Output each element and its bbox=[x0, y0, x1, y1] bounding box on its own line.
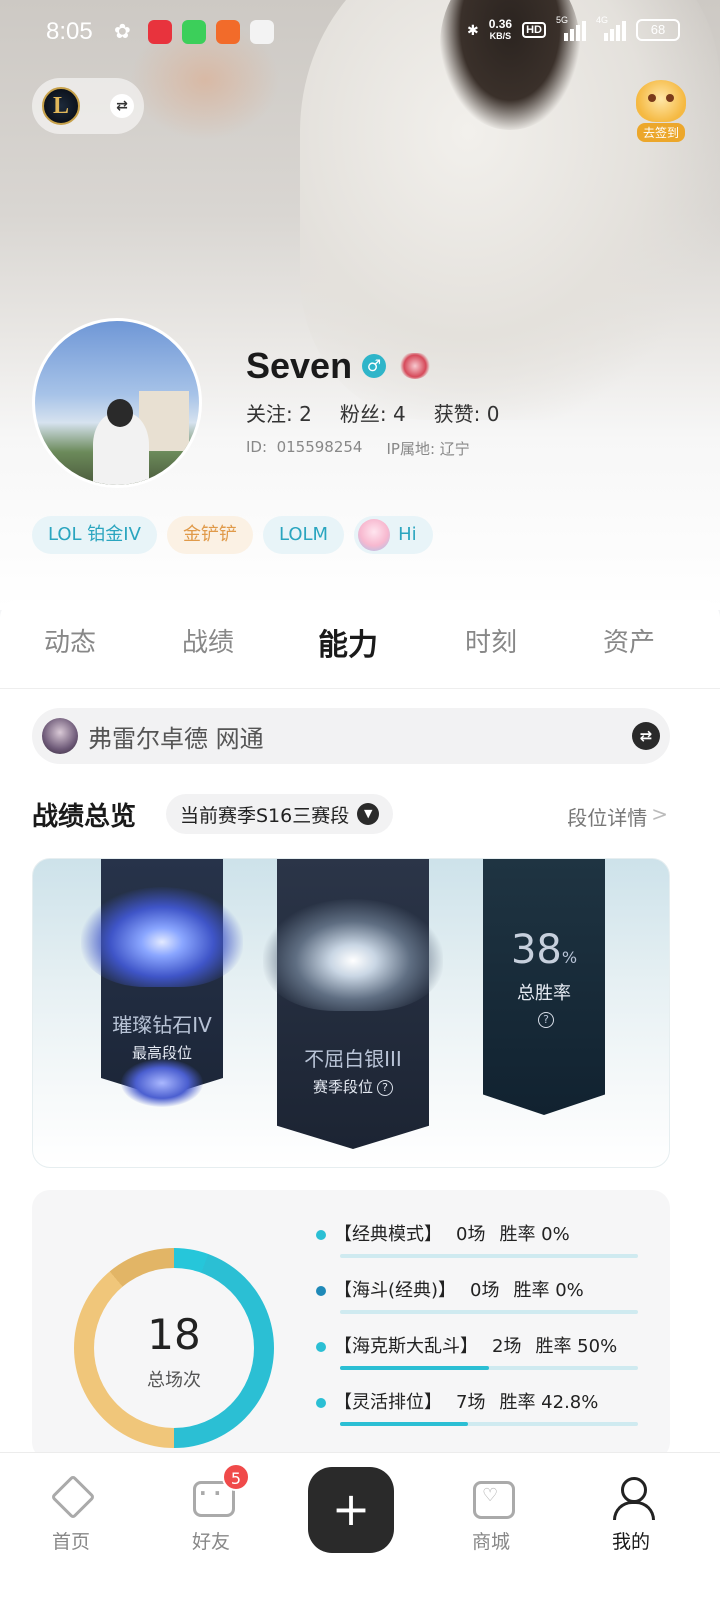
follow-stat[interactable]: 关注: 2 bbox=[246, 398, 312, 427]
tag-avatar-icon bbox=[358, 519, 391, 551]
music-app-icon bbox=[148, 20, 172, 44]
status-bar: 8:05 ✿ ✱ 0.36 KB/S HD 5G 4G 68 bbox=[0, 0, 720, 64]
check-in-label: 去签到 bbox=[636, 123, 685, 142]
lol-logo-icon: L bbox=[42, 87, 80, 125]
divider bbox=[0, 688, 720, 689]
messages-app-icon bbox=[182, 20, 206, 44]
network-speed: 0.36 KB/S bbox=[488, 17, 513, 41]
diamond-emblem-bottom-icon bbox=[121, 1059, 203, 1107]
likes-count: 0 bbox=[486, 402, 500, 426]
shopping-app-icon bbox=[216, 20, 240, 44]
tab-assets[interactable]: 资产 bbox=[603, 622, 655, 659]
bluetooth-icon: ✱ bbox=[467, 21, 479, 38]
champion-avatar bbox=[42, 718, 78, 754]
nav-shop[interactable]: 商城 bbox=[446, 1475, 536, 1554]
status-time: 8:05 bbox=[46, 18, 93, 45]
win-rate-bar bbox=[340, 1310, 638, 1314]
game-tags: LOL 铂金IV 金铲铲 LOLM Hi bbox=[32, 516, 433, 554]
rank-detail-link[interactable]: 段位详情 > bbox=[567, 802, 668, 831]
help-icon[interactable]: ? bbox=[377, 1079, 393, 1096]
tab-feed[interactable]: 动态 bbox=[44, 622, 96, 659]
nav-me[interactable]: 我的 bbox=[586, 1475, 676, 1554]
win-rate-bar bbox=[340, 1254, 638, 1258]
male-icon: ♂ bbox=[362, 354, 387, 378]
profile-content: 动态 战绩 能力 时刻 资产 弗雷尔卓德 网通 ⇄ 战绩总览 当前赛季S16三赛… bbox=[0, 600, 720, 1460]
tag-tft[interactable]: 金铲铲 bbox=[166, 516, 253, 554]
silver-emblem-icon bbox=[263, 899, 443, 1011]
create-post-button[interactable]: + bbox=[308, 1467, 394, 1553]
tab-record[interactable]: 战绩 bbox=[182, 622, 234, 659]
win-rate-bar bbox=[340, 1366, 638, 1370]
highest-rank: 璀璨钻石IV 最高段位 bbox=[112, 1013, 212, 1062]
overview-title: 战绩总览 bbox=[32, 802, 137, 832]
tab-moments[interactable]: 时刻 bbox=[465, 622, 517, 659]
total-games-label: 总场次 bbox=[147, 1370, 201, 1391]
tag-lolm[interactable]: LOLM bbox=[262, 516, 345, 554]
server-name: 弗雷尔卓德 网通 bbox=[88, 724, 264, 753]
list-item[interactable]: 【海克斯大乱斗】 2场 胜率 50% bbox=[316, 1330, 646, 1386]
avatar[interactable] bbox=[32, 318, 202, 488]
mode-list: 【经典模式】 0场 胜率 0% 【海斗(经典)】 0场 胜率 0% 【海克斯大乱斗】 2场… bbox=[316, 1218, 646, 1442]
win-rate-value: 38 bbox=[510, 927, 562, 973]
game-app-icon bbox=[250, 20, 274, 44]
game-switcher[interactable]: L ⇄ bbox=[32, 78, 144, 134]
profile-icon bbox=[609, 1475, 655, 1520]
rank-badge-icon[interactable] bbox=[396, 351, 434, 381]
win-rate-help-icon[interactable]: ? bbox=[538, 1011, 554, 1028]
switch-icon: ⇄ bbox=[110, 94, 134, 118]
id-row: ID: 015598254 IP属地: 辽宁 bbox=[246, 438, 470, 459]
notification-icons: ✿ bbox=[114, 20, 274, 44]
tag-lol[interactable]: LOL 铂金IV bbox=[32, 516, 157, 554]
season-rank: 不屈白银III 赛季段位? bbox=[304, 1047, 402, 1096]
signal-5g-icon: 5G bbox=[556, 15, 586, 41]
tab-ability[interactable]: 能力 bbox=[318, 620, 378, 664]
win-rate-bar bbox=[340, 1422, 638, 1426]
games-summary: 18 总场次 【经典模式】 0场 胜率 0% 【海斗(经典)】 0场 胜率 0% 【海克… bbox=[32, 1190, 670, 1460]
rank-card: 璀璨钻石IV 最高段位 不屈白银III 赛季段位? 38% 总胜率 ? bbox=[32, 858, 670, 1168]
total-games: 18 bbox=[147, 1310, 201, 1359]
list-item[interactable]: 【海斗(经典)】 0场 胜率 0% bbox=[316, 1274, 646, 1330]
username: Seven bbox=[246, 345, 353, 386]
chevron-right-icon: > bbox=[651, 802, 668, 826]
profile-tabs: 动态 战绩 能力 时刻 资产 bbox=[0, 622, 720, 672]
hd-voice-icon: HD bbox=[522, 22, 546, 38]
fans-count: 4 bbox=[392, 402, 406, 426]
battery-icon: 68 bbox=[636, 19, 680, 41]
server-selector[interactable]: 弗雷尔卓德 网通 ⇄ bbox=[32, 708, 670, 764]
shop-icon bbox=[469, 1475, 515, 1519]
social-stats: 关注: 2 粉丝: 4 获赞: 0 bbox=[246, 398, 500, 427]
home-icon bbox=[49, 1475, 93, 1519]
fans-stat[interactable]: 粉丝: 4 bbox=[340, 398, 406, 427]
diamond-emblem-icon bbox=[81, 887, 243, 987]
wechat-icon: ✿ bbox=[114, 21, 131, 43]
follow-count: 2 bbox=[299, 402, 312, 426]
list-item[interactable]: 【灵活排位】 7场 胜率 42.8% bbox=[316, 1386, 646, 1442]
bottom-nav: 首页 好友 5 + 商城 我的 bbox=[0, 1452, 720, 1612]
list-item[interactable]: 【经典模式】 0场 胜率 0% bbox=[316, 1218, 646, 1274]
user-id: ID: 015598254 bbox=[246, 438, 363, 456]
chevron-down-icon: ▼ bbox=[357, 803, 380, 825]
status-indicators: ✱ 0.36 KB/S HD 5G 4G 68 bbox=[467, 15, 680, 42]
check-in-button[interactable]: 去签到 bbox=[630, 80, 692, 142]
signal-4g-icon: 4G bbox=[596, 15, 626, 41]
season-dropdown[interactable]: 当前赛季S16三赛段 ▼ bbox=[166, 794, 394, 834]
ip-location: IP属地: 辽宁 bbox=[386, 440, 470, 458]
friends-badge: 5 bbox=[222, 1463, 250, 1491]
likes-stat[interactable]: 获赞: 0 bbox=[434, 398, 500, 427]
win-rate: 38% 总胜率 ? bbox=[510, 927, 578, 1028]
switch-server-icon[interactable]: ⇄ bbox=[632, 722, 660, 750]
season-label: 当前赛季S16三赛段 bbox=[180, 804, 350, 827]
tag-hi[interactable]: Hi bbox=[354, 516, 433, 554]
nav-home[interactable]: 首页 bbox=[26, 1475, 116, 1554]
check-in-mascot-icon bbox=[636, 80, 686, 122]
username-row: Seven ♂ bbox=[246, 345, 434, 387]
